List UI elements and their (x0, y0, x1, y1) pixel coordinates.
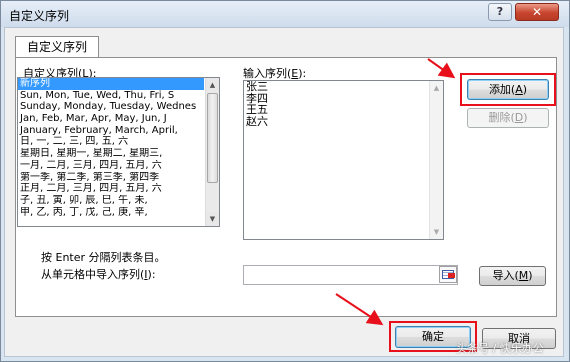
list-entries-textbox[interactable]: 张三 李四 王五 赵六 ▲ ▼ (243, 80, 444, 240)
title-bar[interactable]: 自定义序列 ? ✕ (1, 1, 569, 27)
list-item[interactable]: 星期日, 星期一, 星期二, 星期三, (18, 148, 206, 160)
list-item[interactable]: 第一季, 第二季, 第三季, 第四季 (18, 172, 206, 184)
list-item[interactable]: 正月, 二月, 三月, 四月, 五月, 六 (18, 183, 206, 195)
import-label: 从单元格中导入序列(I): (41, 268, 156, 281)
help-icon: ? (496, 5, 504, 18)
import-range-input[interactable] (243, 265, 458, 285)
list-item-new-list[interactable]: 新序列 (18, 78, 204, 90)
dialog-body: 自定义序列 自定义序列(L): 新序列 Sun, Mon, Tue, Wed, … (4, 27, 564, 357)
list-item[interactable]: Jan, Feb, Mar, Apr, May, Jun, J (18, 113, 206, 125)
close-button[interactable]: ✕ (515, 3, 559, 21)
delete-button[interactable]: 删除(D) (467, 108, 549, 128)
enter-hint: 按 Enter 分隔列表条目。 (41, 251, 166, 264)
scroll-thumb[interactable] (207, 93, 218, 183)
scroll-up-icon[interactable]: ▲ (206, 78, 219, 92)
list-item[interactable]: 子, 丑, 寅, 卯, 辰, 巳, 午, 未, (18, 195, 206, 207)
tab-custom-lists[interactable]: 自定义序列 (15, 36, 99, 58)
list-item[interactable]: Sun, Mon, Tue, Wed, Thu, Fri, S (18, 90, 206, 102)
range-arrow-icon (448, 273, 455, 278)
list-item[interactable]: 日, 一, 二, 三, 四, 五, 六 (18, 136, 206, 148)
entry-line: 赵六 (246, 114, 268, 128)
dialog-title: 自定义序列 (9, 9, 70, 23)
add-button[interactable]: 添加(A) (467, 79, 549, 100)
list-item[interactable]: 甲, 乙, 丙, 丁, 戊, 己, 庚, 辛, (18, 207, 206, 219)
range-selector-icon[interactable] (439, 266, 457, 283)
entries-label: 输入序列(E): (243, 67, 307, 80)
entry-line: 张三 (246, 80, 268, 93)
custom-lists-listbox[interactable]: 新序列 Sun, Mon, Tue, Wed, Thu, Fri, S Sund… (17, 77, 220, 227)
entry-line: 李四 (246, 91, 268, 105)
help-button[interactable]: ? (488, 3, 512, 21)
import-button[interactable]: 导入(M) (479, 266, 546, 286)
custom-lists-items: 新序列 Sun, Mon, Tue, Wed, Thu, Fri, S Sund… (18, 78, 206, 218)
scroll-up-icon[interactable]: ▲ (430, 81, 443, 95)
entry-line: 王五 (246, 103, 268, 116)
list-item[interactable]: January, February, March, April, (18, 125, 206, 137)
custom-lists-scrollbar[interactable]: ▲ ▼ (205, 78, 219, 226)
scroll-down-icon[interactable]: ▼ (430, 225, 443, 239)
close-icon: ✕ (531, 5, 543, 19)
scroll-down-icon[interactable]: ▼ (206, 212, 219, 226)
watermark: 头条号 / 快乐办公 (456, 342, 544, 355)
entries-scrollbar[interactable]: ▲ ▼ (429, 81, 443, 239)
list-item[interactable]: Sunday, Monday, Tuesday, Wednes (18, 101, 206, 113)
list-item[interactable]: 一月, 二月, 三月, 四月, 五月, 六 (18, 160, 206, 172)
